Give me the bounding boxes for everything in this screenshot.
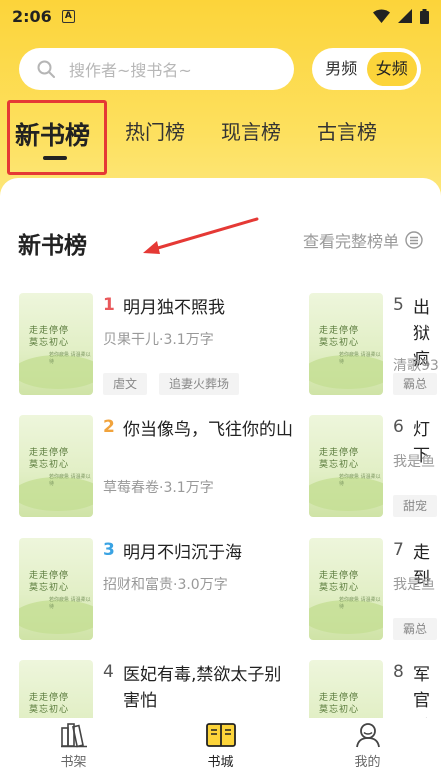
book-item[interactable]: 走走停停 莫忘初心 若你疲惫 请温柔以待 6 灯下 我是鱼 甜宠 [309,415,441,520]
book-tag[interactable]: 甜宠 [393,495,438,517]
notification-icon: A [61,9,75,23]
search-box[interactable]: 搜作者~搜书名~ [19,48,294,90]
section-title: 新书榜 [18,233,87,259]
book-cover: 走走停停莫忘初心若你疲惫 请温柔以待 [309,538,383,640]
book-title: 医妃有毒,禁欲太子别害怕 [123,665,282,711]
book-title: 你当像鸟，飞往你的山 [123,420,293,440]
book-tag[interactable]: 追妻火葬场 [159,373,240,395]
battery-icon [420,8,429,24]
nav-mine[interactable]: 我的 [294,718,441,784]
book-open-icon [205,723,236,747]
book-rank: 5 [393,295,404,315]
tab-ancient-romance[interactable]: 古言榜 [317,116,377,145]
book-tag[interactable]: 虐文 [103,373,148,395]
book-tag[interactable]: 霸总 [393,618,438,640]
book-cover: 走走停停莫忘初心若你疲惫 请温柔以待 [309,660,383,718]
signal-icon [398,9,412,23]
list-icon [405,231,423,249]
annotation-highlight-box [7,100,107,175]
book-item[interactable]: 走走停停 莫忘初心 若你疲惫 请温柔以待 7 走到 我是鱼 霸总 [309,538,441,643]
tab-hot[interactable]: 热门榜 [125,116,185,145]
book-rank: 2 [103,417,115,437]
annotation-arrow [143,217,259,254]
bookshelf-icon [60,723,87,748]
book-rank: 6 [393,417,404,437]
book-item[interactable]: 走走停停 莫忘初心 若你疲惫 请温柔以待 3 明月不归沉于海 招财和富贵·3.0万字 [19,538,289,643]
gender-toggle[interactable]: 男频 女频 [312,48,421,90]
book-item[interactable]: 走走停停 莫忘初心 若你疲惫 请温柔以待 2 你当像鸟，飞往你的山 草莓春卷·3.1… [19,415,293,520]
book-item[interactable]: 走走停停莫忘初心若你疲惫 请温柔以待 8 军官千金 [309,660,441,718]
view-full-list-label: 查看完整榜单 [302,232,399,251]
status-time: 2:06 [12,6,52,26]
search-placeholder: 搜作者~搜书名~ [69,61,192,80]
book-author-words: 招财和富贵·3.0万字 [103,577,228,593]
bottom-nav: 书架 书城 我的 [0,718,441,784]
book-rank: 4 [103,662,114,682]
gender-male-option[interactable]: 男频 [316,52,367,86]
search-icon [37,60,55,78]
nav-bookshelf[interactable]: 书架 [0,718,147,784]
ranking-panel: 新书榜 查看完整榜单 走走停停 莫忘初心 若你疲惫 请温柔以待 1 明月独不照我 贝… [0,178,441,718]
book-rank: 8 [393,662,404,682]
book-item[interactable]: 走走停停莫忘初心若你疲惫 请温柔以待 4 医妃有毒,禁欲太子别害怕 [19,660,289,718]
book-cover: 走走停停莫忘初心若你疲惫 请温柔以待 [309,415,383,517]
book-title: 军官千金 [413,665,430,718]
book-rank: 7 [393,540,404,560]
book-rank: 3 [103,540,115,560]
book-cover: 走走停停莫忘初心若你疲惫 请温柔以待 [19,293,93,395]
book-item[interactable]: 走走停停 莫忘初心 若你疲惫 请温柔以待 1 明月独不照我 贝果干儿·3.1万字 虐… [19,293,289,398]
status-bar: 2:06 A [0,0,441,32]
book-author-words: 我是鱼 [393,577,435,593]
book-item[interactable]: 走走停停 莫忘初心 若你疲惫 请温柔以待 5 出狱疯 清歌93 霸总 [309,293,441,398]
nav-bookstore[interactable]: 书城 [147,718,294,784]
book-author-words: 贝果干儿·3.1万字 [103,332,214,348]
book-cover: 走走停停莫忘初心若你疲惫 请温柔以待 [19,415,93,517]
nav-label: 书架 [60,755,87,770]
book-author-words: 清歌93 [393,358,439,374]
status-icons [373,8,429,24]
book-title: 明月独不照我 [123,298,225,318]
tab-modern-romance[interactable]: 现言榜 [221,116,281,145]
book-cover: 走走停停莫忘初心若你疲惫 请温柔以待 [19,538,93,640]
book-tag[interactable]: 霸总 [393,373,438,395]
book-author-words: 草莓春卷·3.1万字 [103,480,214,496]
gender-female-option[interactable]: 女频 [366,52,417,86]
nav-label: 书城 [207,755,234,770]
wifi-icon [373,9,390,23]
nav-label: 我的 [354,755,381,770]
user-icon [355,723,380,748]
book-author-words: 我是鱼 [393,454,435,470]
book-title: 明月不归沉于海 [123,543,242,563]
view-full-list-link[interactable]: 查看完整榜单 [303,228,423,252]
book-rank: 1 [103,295,115,315]
book-cover: 走走停停莫忘初心若你疲惫 请温柔以待 [19,660,93,718]
book-cover: 走走停停莫忘初心若你疲惫 请温柔以待 [309,293,383,395]
